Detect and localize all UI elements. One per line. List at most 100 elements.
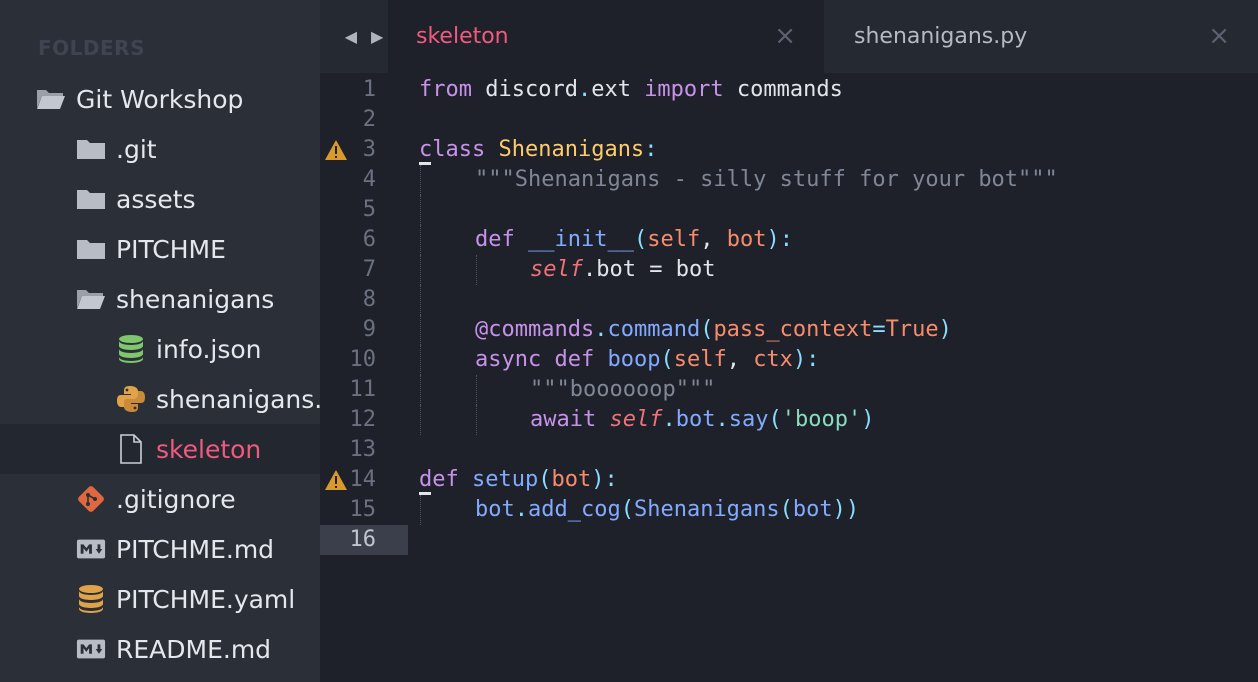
gutter: 9 (320, 315, 408, 345)
folder-icon (76, 134, 106, 164)
sidebar-header: FOLDERS (38, 36, 145, 60)
tab-label: skeleton (416, 24, 509, 49)
gutter: 5 (320, 195, 408, 225)
code-line: 2 (320, 105, 1258, 135)
indent-guide (420, 345, 421, 375)
code-text: async def boop(self, ctx): (475, 347, 820, 372)
database-icon (76, 584, 106, 614)
sidebar-item-pitchme-md[interactable]: PITCHME.md (0, 524, 320, 574)
chevron-left-icon[interactable]: ◀ (345, 27, 357, 46)
line-number: 4 (362, 167, 376, 192)
gutter: 11 (320, 375, 408, 405)
code-line: 9 @commands.command(pass_context=True) (320, 315, 1258, 345)
line-number: 1 (362, 77, 376, 102)
code-line: 1 from discord.ext import commands (320, 75, 1258, 105)
tab-shenanigans-py[interactable]: shenanigans.py × (824, 0, 1258, 73)
code-line: 11 """boooooop""" (320, 375, 1258, 405)
folder-icon (76, 184, 106, 214)
code-line: 5 (320, 195, 1258, 225)
sidebar-item-readme-md[interactable]: README.md (0, 624, 320, 674)
code-line: 4 """Shenanigans - silly stuff for your … (320, 165, 1258, 195)
indent-guide (420, 255, 421, 285)
sidebar-item-label: PITCHME (116, 234, 226, 264)
sidebar-item-git-workshop[interactable]: Git Workshop (0, 74, 320, 124)
sidebar-item-shenanigans-py[interactable]: shenanigans. (0, 374, 320, 424)
editor-window: FOLDERS Git Workshop .git assets PITCHME (0, 0, 1258, 682)
folder-open-icon (76, 284, 106, 314)
line-number: 6 (362, 227, 376, 252)
gutter: 10 (320, 345, 408, 375)
tab-label: shenanigans.py (854, 24, 1028, 49)
sidebar-item-label: skeleton (156, 434, 262, 464)
indent-guide (476, 255, 477, 285)
git-icon (76, 484, 106, 514)
code-line: 7 self.bot = bot (320, 255, 1258, 285)
sidebar-item-pitchme-folder[interactable]: PITCHME (0, 224, 320, 274)
gutter: 7 (320, 255, 408, 285)
code-line: 6 def __init__(self, bot): (320, 225, 1258, 255)
line-number: 7 (362, 257, 376, 282)
code-line: 8 (320, 285, 1258, 315)
line-number: 16 (349, 527, 377, 552)
code-text: bot.add_cog(Shenanigans(bot)) (475, 497, 860, 522)
line-number: 12 (349, 407, 377, 432)
gutter: 4 (320, 165, 408, 195)
gutter: 1 (320, 75, 408, 105)
code-line: 10 async def boop(self, ctx): (320, 345, 1258, 375)
sidebar-item-assets[interactable]: assets (0, 174, 320, 224)
line-number: 10 (349, 347, 377, 372)
code-text: await self.bot.say('boop') (530, 407, 875, 432)
sidebar-item-shenanigans-folder[interactable]: shenanigans (0, 274, 320, 324)
line-number: 13 (349, 437, 377, 462)
sidebar-item-pitchme-yaml[interactable]: PITCHME.yaml (0, 574, 320, 624)
sidebar-item-git-folder[interactable]: .git (0, 124, 320, 174)
code-text: @commands.command(pass_context=True) (475, 317, 952, 342)
sidebar-item-label: PITCHME.md (116, 534, 275, 564)
code-line-current: 16 (320, 525, 1258, 555)
gutter: 2 (320, 105, 408, 135)
folder-open-icon (36, 84, 66, 114)
code-editor[interactable]: 1 from discord.ext import commands 2 3 c… (320, 73, 1258, 682)
code-line: 3 class Shenanigans: (320, 135, 1258, 165)
close-icon[interactable]: × (1208, 21, 1230, 51)
close-icon[interactable]: × (774, 21, 796, 51)
code-line: 14 def setup(bot): (320, 465, 1258, 495)
chevron-right-icon[interactable]: ▶ (371, 27, 383, 46)
sidebar-item-gitignore[interactable]: .gitignore (0, 474, 320, 524)
code-text: class Shenanigans: (419, 137, 658, 162)
code-line: 12 await self.bot.say('boop') (320, 405, 1258, 435)
gutter: 8 (320, 285, 408, 315)
code-text: def __init__(self, bot): (475, 227, 793, 252)
sidebar: FOLDERS Git Workshop .git assets PITCHME (0, 0, 320, 682)
sidebar-item-label: assets (116, 184, 196, 214)
line-number: 14 (349, 467, 377, 492)
line-number: 15 (349, 497, 377, 522)
line-number: 9 (362, 317, 376, 342)
markdown-icon (76, 534, 106, 564)
file-icon (116, 434, 146, 464)
sidebar-item-label: PITCHME.yaml (116, 584, 296, 614)
sidebar-item-skeleton[interactable]: skeleton (0, 424, 320, 474)
sidebar-item-label: info.json (156, 334, 262, 364)
folder-icon (76, 234, 106, 264)
indent-guide (420, 225, 421, 255)
python-icon (116, 384, 146, 414)
code-text: def setup(bot): (419, 467, 618, 492)
sidebar-item-label: shenanigans (116, 284, 275, 314)
sidebar-item-info-json[interactable]: info.json (0, 324, 320, 374)
indent-guide (420, 315, 421, 345)
gutter: 15 (320, 495, 408, 525)
indent-guide (420, 405, 421, 435)
code-text: self.bot = bot (530, 257, 716, 282)
line-number: 3 (362, 137, 376, 162)
line-number: 11 (349, 377, 377, 402)
gutter: 13 (320, 435, 408, 465)
indent-guide (420, 165, 421, 195)
tab-skeleton[interactable]: skeleton × (388, 0, 824, 73)
sidebar-item-label: README.md (116, 634, 272, 664)
code-text: from discord.ext import commands (419, 77, 843, 102)
line-number: 5 (362, 197, 376, 222)
gutter-current: 16 (320, 525, 408, 555)
indent-guide (476, 405, 477, 435)
tab-bar: ◀ ▶ skeleton × shenanigans.py × (320, 0, 1258, 73)
